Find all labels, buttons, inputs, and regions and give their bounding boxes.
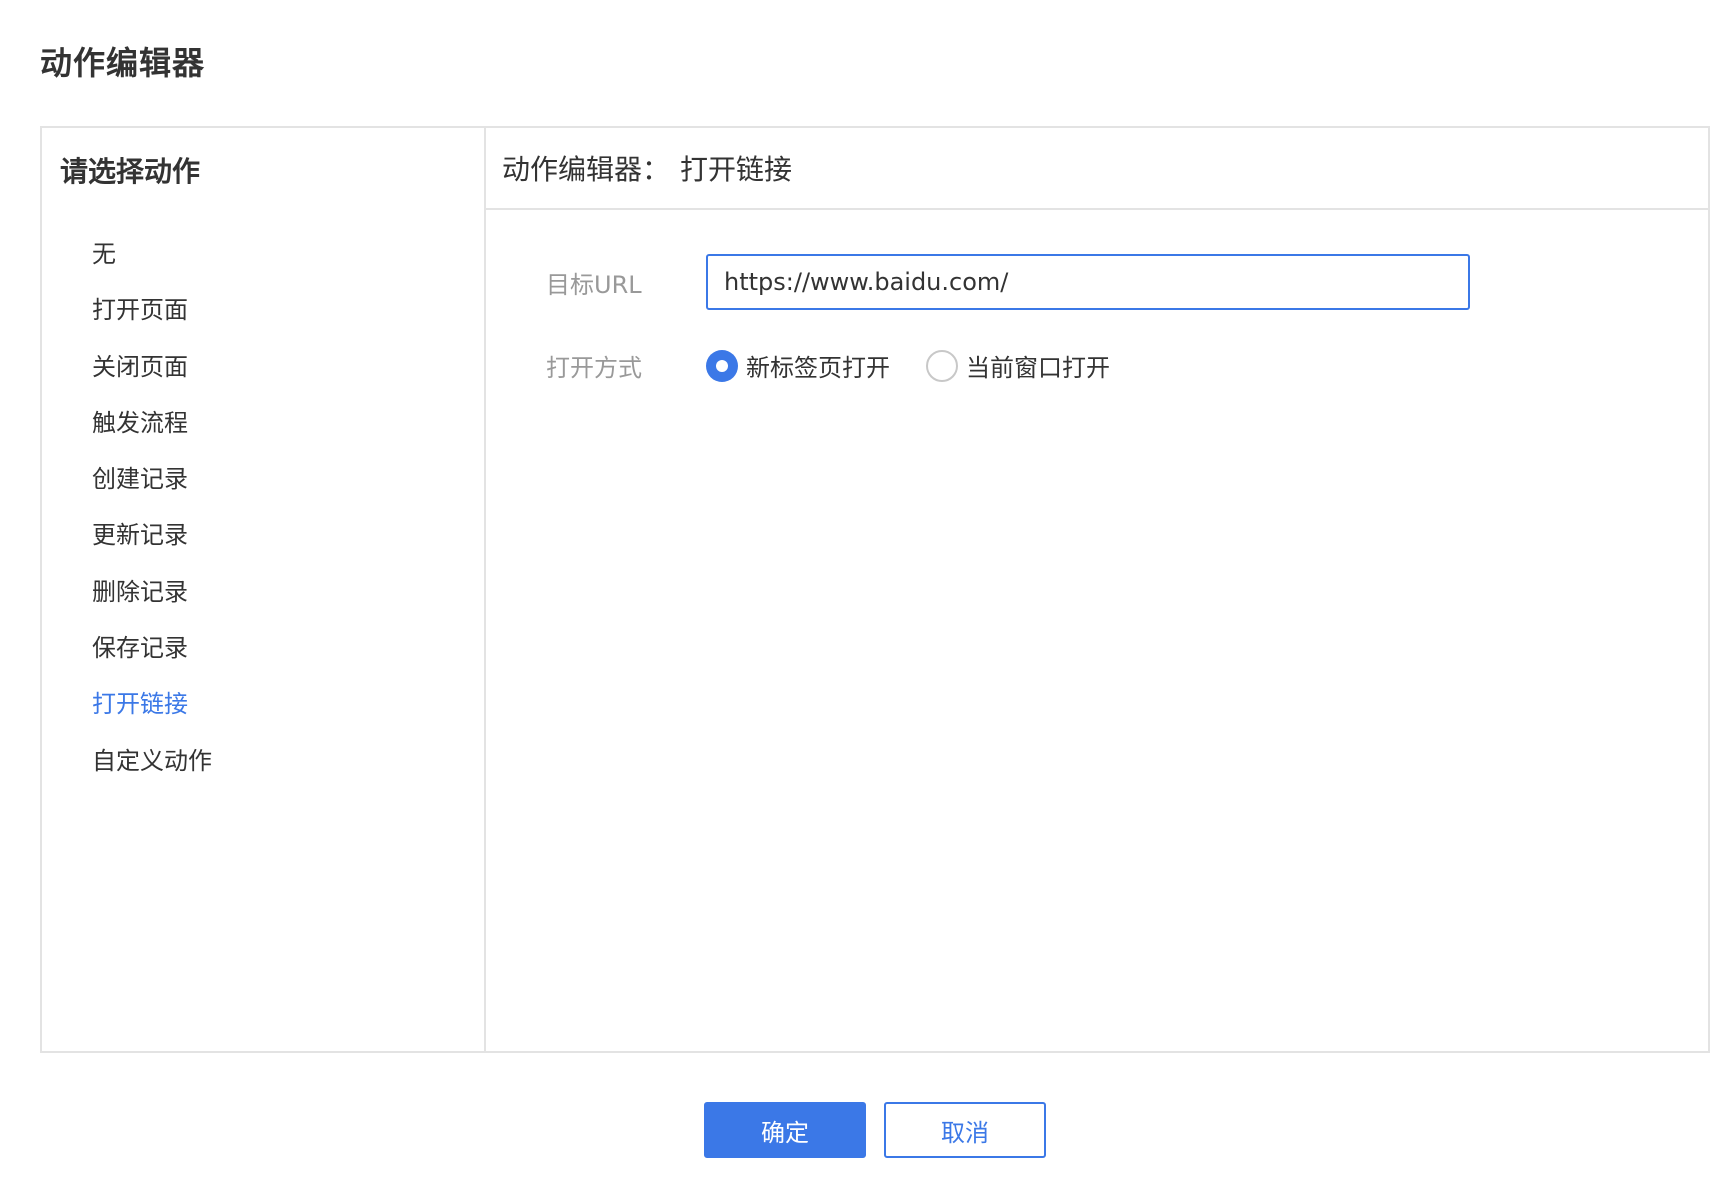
cancel-button[interactable]: 取消: [884, 1102, 1046, 1158]
action-editor: 动作编辑器： 打开链接 目标URL 打开方式 新标签页打开 当前窗口打开: [486, 128, 1708, 1051]
action-list-title: 请选择动作: [60, 155, 201, 188]
open-mode-radio-group: 新标签页打开 当前窗口打开: [706, 348, 1146, 383]
editor-header-prefix: 动作编辑器：: [502, 153, 671, 186]
action-item-none[interactable]: 无: [92, 226, 212, 282]
open-mode-row: 打开方式 新标签页打开 当前窗口打开: [546, 348, 1146, 383]
radio-current-window[interactable]: 当前窗口打开: [926, 348, 1110, 383]
action-item-create-record[interactable]: 创建记录: [92, 451, 212, 507]
url-input[interactable]: [706, 254, 1470, 310]
action-editor-dialog: 动作编辑器 请选择动作 无 打开页面 关闭页面 触发流程 创建记录 更新记录 删…: [0, 0, 1736, 1190]
action-item-close-page[interactable]: 关闭页面: [92, 339, 212, 395]
action-item-custom-action[interactable]: 自定义动作: [92, 733, 212, 789]
action-item-trigger-flow[interactable]: 触发流程: [92, 395, 212, 451]
open-mode-label: 打开方式: [546, 354, 642, 382]
action-item-update-record[interactable]: 更新记录: [92, 507, 212, 563]
action-item-save-record[interactable]: 保存记录: [92, 620, 212, 676]
dialog-footer: 确定 取消: [704, 1102, 1046, 1158]
radio-new-tab[interactable]: 新标签页打开: [706, 348, 890, 383]
action-items: 无 打开页面 关闭页面 触发流程 创建记录 更新记录 删除记录 保存记录 打开链…: [92, 226, 212, 789]
action-item-delete-record[interactable]: 删除记录: [92, 564, 212, 620]
action-item-open-link[interactable]: 打开链接: [92, 676, 212, 732]
editor-panel: 请选择动作 无 打开页面 关闭页面 触发流程 创建记录 更新记录 删除记录 保存…: [40, 126, 1710, 1053]
confirm-button[interactable]: 确定: [704, 1102, 866, 1158]
radio-checked-icon[interactable]: [706, 349, 738, 382]
dialog-title: 动作编辑器: [40, 44, 206, 82]
action-list: 请选择动作 无 打开页面 关闭页面 触发流程 创建记录 更新记录 删除记录 保存…: [42, 128, 486, 1051]
radio-current-window-label: 当前窗口打开: [966, 354, 1110, 382]
action-item-open-page[interactable]: 打开页面: [92, 282, 212, 338]
editor-header-action: 打开链接: [680, 153, 793, 186]
radio-new-tab-label: 新标签页打开: [746, 354, 890, 382]
url-label: 目标URL: [546, 270, 642, 299]
url-row: 目标URL: [546, 254, 1470, 310]
editor-header: 动作编辑器： 打开链接: [486, 128, 1708, 210]
radio-unchecked-icon[interactable]: [926, 349, 958, 382]
